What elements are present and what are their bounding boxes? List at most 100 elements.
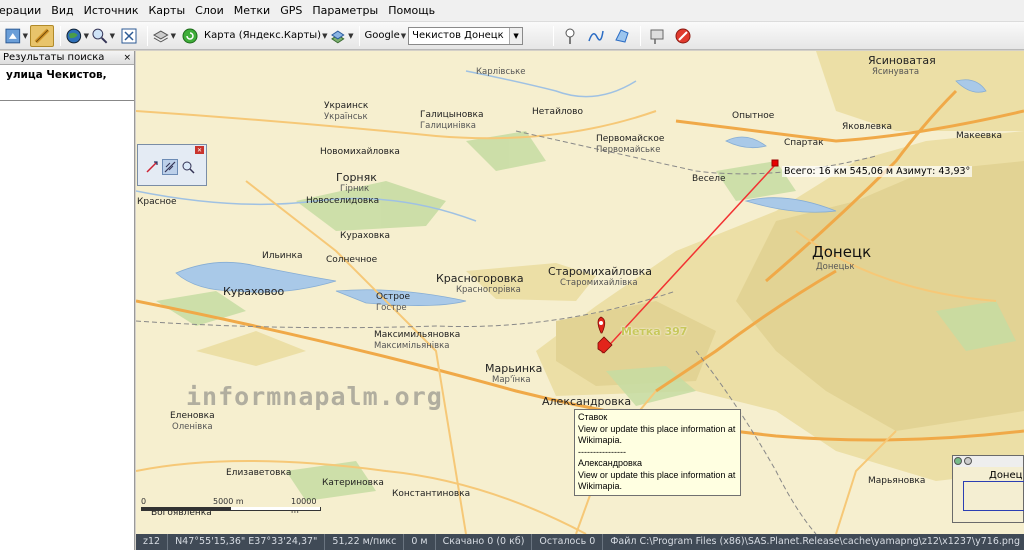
map-place-label: Марьяновка [868, 476, 926, 486]
fullscreen-icon [121, 28, 137, 43]
fullscreen-button[interactable] [117, 25, 141, 47]
marks-button[interactable] [645, 25, 669, 47]
refresh-button[interactable] [178, 25, 202, 47]
menu-help[interactable]: Помощь [383, 0, 440, 22]
scale-label: 10000 m [291, 497, 317, 515]
status-zoom: z12 [136, 534, 169, 550]
toolbar-separator [553, 25, 555, 46]
map-place-label: Красное [137, 197, 177, 207]
menu-layers[interactable]: Слои [190, 0, 229, 22]
scale-ticks [141, 507, 321, 511]
marks-icon [650, 29, 664, 44]
zoom-button[interactable]: ▼ [91, 25, 115, 47]
map-place-label: Александровка [542, 395, 632, 408]
search-results-panel: Результаты поиска × улица Чекистов, [0, 51, 135, 550]
draw-line-button[interactable] [144, 159, 160, 175]
menu-maps[interactable]: Карты [144, 0, 191, 22]
status-file: Файл C:\Program Files (x86)\SAS.Planet.R… [603, 534, 1024, 550]
toolbar-separator [640, 25, 642, 46]
popup-text[interactable]: View or update this place information at… [578, 424, 737, 447]
map-place-label: Максимильяновка [374, 330, 461, 340]
minimap-viewport[interactable] [963, 481, 1024, 511]
search-results-header: Результаты поиска × [0, 51, 134, 65]
refresh-icon [182, 28, 198, 43]
menu-settings[interactable]: Параметры [307, 0, 383, 22]
minimap-zoom-icon[interactable] [954, 457, 962, 465]
map-place-label: Веселе [692, 174, 726, 184]
zoom-icon [182, 161, 195, 174]
map-place-label: Красногоровка [436, 272, 524, 285]
globe-icon [66, 28, 82, 43]
minimap-options-icon[interactable] [964, 457, 972, 465]
popup-title: Ставок [578, 412, 608, 422]
map-city-label: Донецк [812, 243, 872, 261]
zoom-to-measure-button[interactable] [180, 159, 196, 175]
toolbar-separator [60, 25, 61, 46]
add-polygon-button[interactable] [610, 25, 634, 47]
move-select-icon [5, 28, 21, 43]
minimap-label: Донец [989, 470, 1023, 481]
mark-label[interactable]: Метка 397 [621, 325, 687, 338]
palette-tools [138, 155, 206, 179]
add-pin-button[interactable] [558, 25, 582, 47]
zoom-icon [92, 28, 108, 44]
scale-label: 5000 m [213, 497, 244, 506]
map-place-label: Опытное [732, 111, 775, 121]
ruler-icon [34, 28, 50, 43]
globe-button[interactable]: ▼ [65, 25, 89, 47]
map-place-label: Галицыновка [420, 110, 484, 120]
status-resolution: 51,22 м/пикс [325, 534, 405, 550]
ruler-button[interactable] [30, 24, 54, 47]
path-icon [588, 30, 604, 41]
delete-marks-button[interactable] [671, 25, 695, 47]
layers-button[interactable]: ▼ [152, 25, 176, 47]
measure-result-label: Всего: 16 км 545,06 м Азимут: 43,93° [782, 166, 973, 177]
map-place-label: Яковлевка [842, 122, 893, 132]
map-place-label: Кураховка [340, 231, 391, 241]
place-info-popup: Ставок View or update this place informa… [574, 409, 741, 496]
layers-icon [152, 30, 169, 42]
watermark: informnapalm.org [186, 382, 443, 411]
search-input[interactable]: Чекистов Донецк ▼ [408, 26, 524, 45]
map-place-label: Спартак [784, 138, 824, 148]
status-remaining: Осталось 0 [532, 534, 604, 550]
map-place-label: Украинск [324, 101, 369, 111]
minimap-toolbar [953, 456, 1023, 467]
polygon-icon [615, 28, 629, 43]
menu-view[interactable]: Вид [46, 0, 78, 22]
menu-marks[interactable]: Метки [229, 0, 275, 22]
menu-gps[interactable]: GPS [275, 0, 307, 22]
status-coordinates: N47°55'15,36" E37°33'24,37" [168, 534, 326, 550]
map-place-label: Ясиноватая [868, 54, 936, 67]
search-dropdown-button[interactable]: ▼ [509, 27, 523, 44]
status-distance: 0 м [404, 534, 436, 550]
map-source-dropdown[interactable]: Карта (Яндекс.Карты) ▼ [204, 25, 327, 47]
measure-tool-palette: ✕ [137, 144, 207, 186]
menu-operations[interactable]: ерации [0, 0, 46, 22]
map-place-label: Острое [376, 292, 411, 302]
map-place-label: Карлівське [476, 67, 526, 77]
map-place-label: Еленовка [170, 411, 215, 421]
minimap[interactable]: Донец [952, 455, 1024, 523]
map-place-label: Новоселидовка [306, 196, 380, 206]
search-engine-dropdown[interactable]: Google ▼ [364, 25, 406, 47]
add-path-button[interactable] [584, 25, 608, 47]
status-bar: z12 N47°55'15,36" E37°33'24,37" 51,22 м/… [136, 534, 1024, 550]
close-icon[interactable]: × [123, 53, 131, 63]
measure-icon [164, 161, 176, 173]
map-place-label: Старомихайлівка [560, 278, 638, 288]
search-result-item[interactable]: улица Чекистов, [0, 65, 134, 101]
map-place-label: Гірник [340, 184, 370, 194]
menu-source[interactable]: Источник [79, 0, 144, 22]
close-icon[interactable]: ✕ [195, 146, 204, 154]
map-place-label: Красногорівка [456, 285, 521, 295]
search-results-title: Результаты поиска [3, 52, 105, 63]
map-layers-button[interactable]: ▼ [329, 25, 353, 47]
map-place-label: Гостре [376, 303, 407, 313]
map-place-label: Кураховоo [223, 285, 285, 298]
move-select-button[interactable]: ▼ [4, 25, 28, 47]
measure-distance-button[interactable] [162, 159, 178, 175]
popup-text[interactable]: View or update this place information at… [578, 470, 737, 493]
status-downloaded: Скачано 0 (0 кб) [436, 534, 533, 550]
map-place-label: Українськ [324, 112, 368, 122]
